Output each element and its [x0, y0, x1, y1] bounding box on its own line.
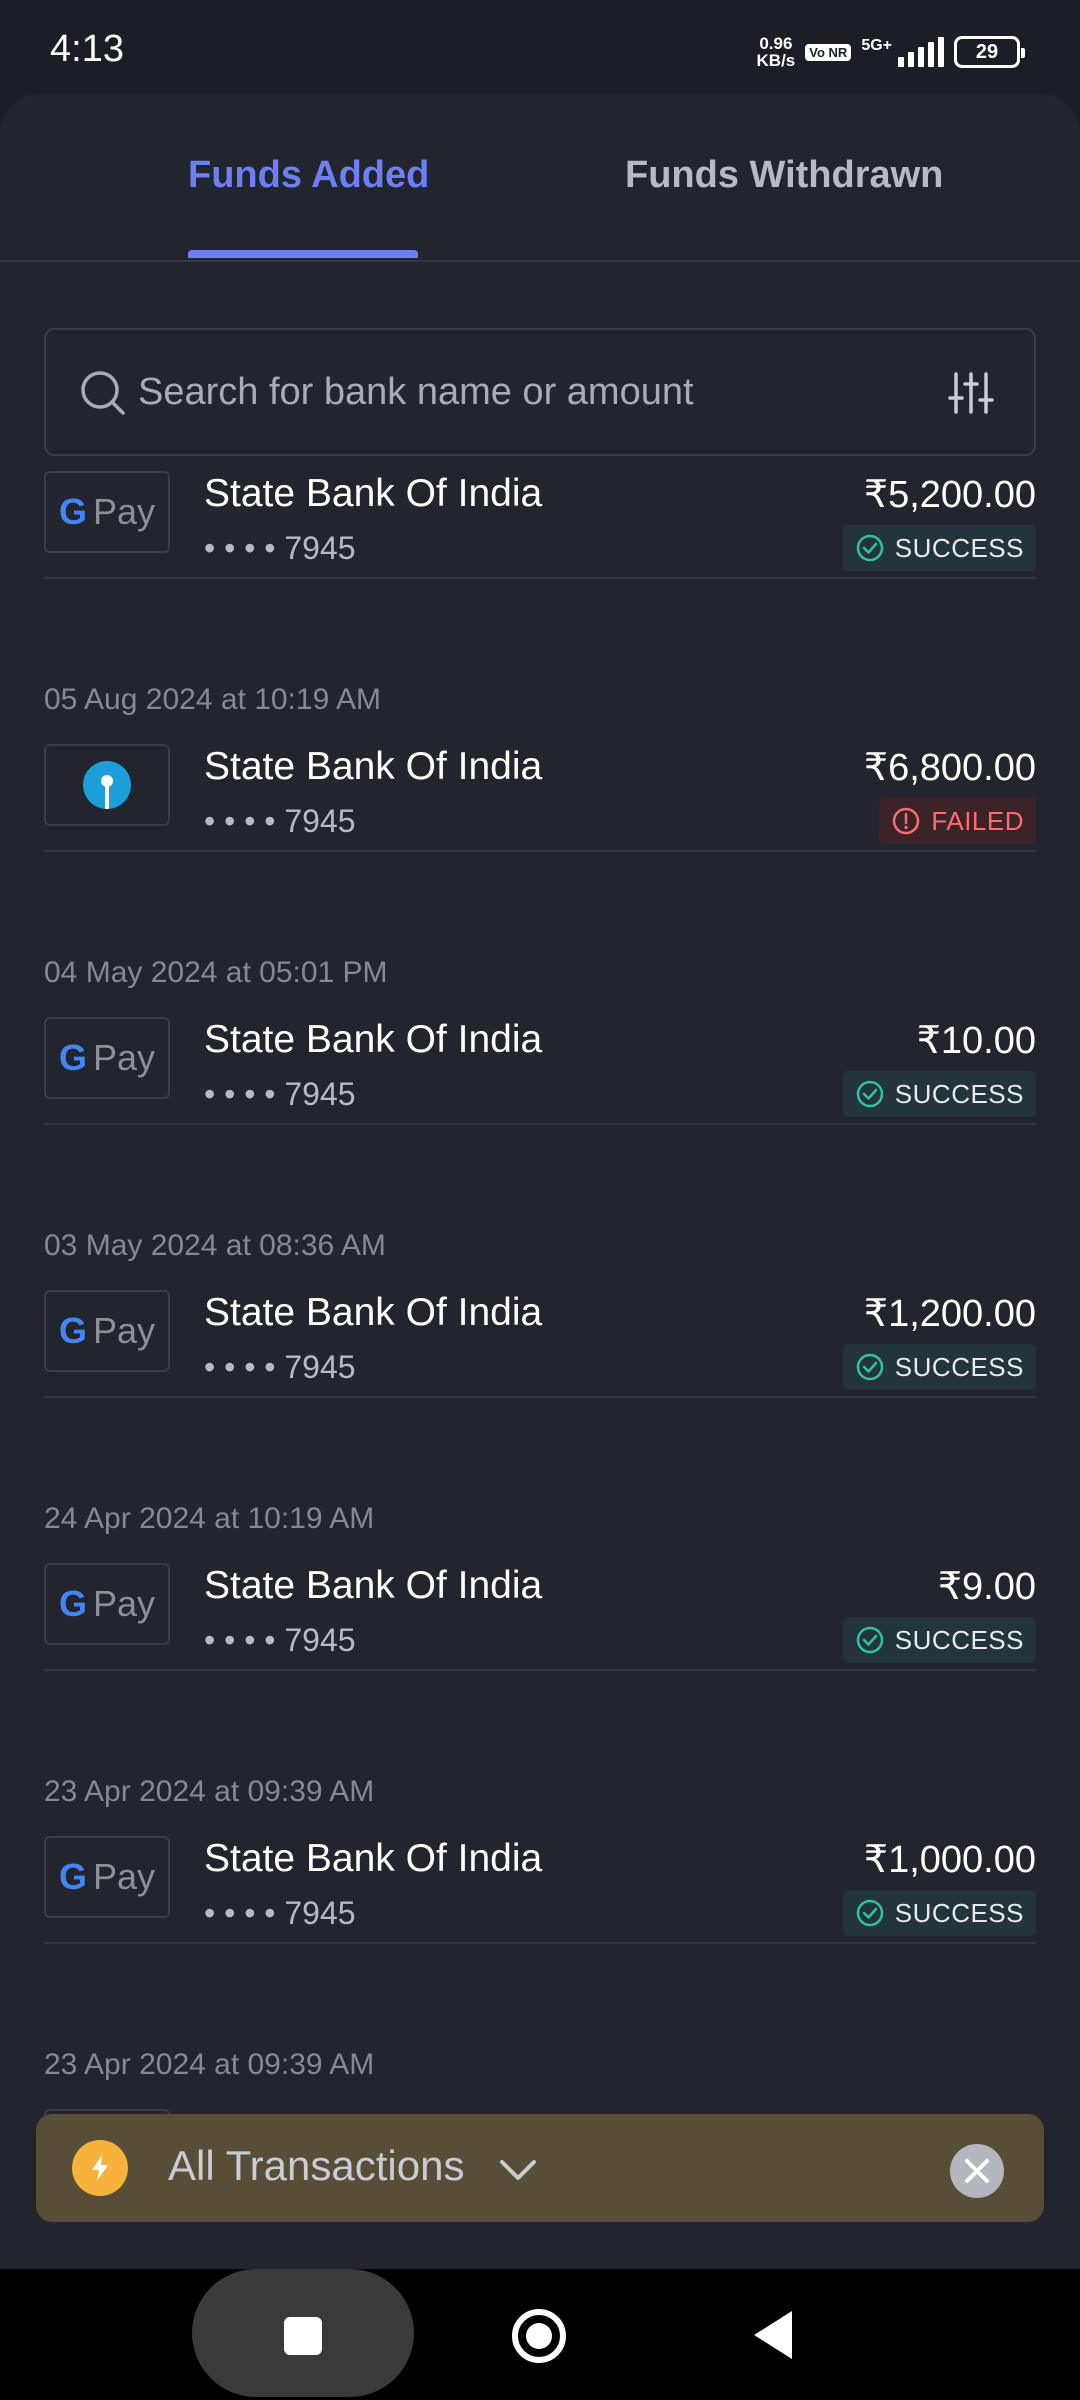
- status-text: FAILED: [931, 805, 1024, 836]
- tab-funds-withdrawn[interactable]: Funds Withdrawn: [625, 154, 943, 197]
- back-button[interactable]: [754, 2311, 792, 2359]
- google-g-icon: G: [58, 1856, 87, 1897]
- gpay-logo: GPay: [44, 1836, 170, 1918]
- transaction-date: 23 Apr 2024 at 09:39 AM: [44, 2048, 375, 2081]
- chevron-down-icon[interactable]: [496, 2148, 540, 2192]
- transaction-item[interactable]: 04 May 2024 at 05:01 PM G Pay State Bank Of…: [44, 850, 1036, 1125]
- transaction-item[interactable]: 23 Apr 2024 at 09:39 AM GPay State Bank Of…: [44, 1669, 1036, 1944]
- transaction-amount: ₹6,800.00: [863, 747, 1036, 789]
- gpay-logo: GPay: [44, 471, 170, 553]
- status-time: 4:13: [50, 28, 124, 70]
- status-badge: SUCCESS: [842, 1344, 1036, 1390]
- bank-name: State Bank Of India: [204, 1291, 543, 1334]
- alert-circle-icon: [893, 807, 920, 835]
- battery-icon: 29: [954, 36, 1025, 68]
- account-number: • • • • 7945: [204, 1076, 356, 1112]
- check-circle-icon: [856, 1899, 884, 1927]
- check-circle-icon: [856, 1080, 884, 1108]
- active-tab-indicator: [188, 250, 418, 258]
- transaction-amount: ₹1,200.00: [863, 1293, 1036, 1335]
- status-text: SUCCESS: [894, 1624, 1024, 1655]
- check-circle-icon: [856, 1353, 884, 1381]
- all-transactions-label[interactable]: All Transactions: [168, 2142, 464, 2190]
- google-g-icon: G: [58, 1310, 87, 1351]
- google-g-icon: G: [58, 491, 87, 532]
- home-button[interactable]: [512, 2309, 566, 2363]
- gpay-text: Pay: [92, 1583, 156, 1624]
- transaction-item[interactable]: 24 Apr 2024 at 10:19 AM G Pay State Bank Of…: [44, 1396, 1036, 1671]
- transaction-amount: ₹5,200.00: [863, 474, 1036, 516]
- recents-icon[interactable]: [284, 2317, 322, 2355]
- bank-name: State Bank Of India: [204, 472, 543, 515]
- google-g-icon: G: [58, 1583, 87, 1624]
- network-speed-unit: KB/s: [756, 51, 796, 70]
- gpay-text: Pay: [92, 1856, 156, 1897]
- status-text: SUCCESS: [894, 1351, 1024, 1382]
- lightning-icon: [72, 2140, 128, 2196]
- account-number: • • • • 7945: [204, 803, 356, 839]
- transaction-amount: ₹10.00: [916, 1020, 1036, 1062]
- transaction-amount: ₹1,000.00: [863, 1839, 1036, 1881]
- gpay-text: Pay: [92, 491, 156, 532]
- status-text: SUCCESS: [894, 1078, 1024, 1109]
- network-speed: 0.96 KB/s: [757, 35, 796, 69]
- transaction-date: 04 May 2024 at 05:01 PM: [44, 956, 388, 989]
- status-icons: 0.96 KB/s Vo NR 5G+ 29: [757, 32, 1025, 72]
- check-circle-icon: [856, 534, 884, 562]
- check-circle-icon: [856, 1626, 884, 1654]
- all-transactions-banner[interactable]: All Transactions: [36, 2114, 1044, 2222]
- account-number: • • • • 7945: [204, 530, 356, 566]
- bank-name: State Bank Of India: [204, 1837, 543, 1880]
- bank-name: State Bank Of India: [204, 1018, 543, 1061]
- status-text: SUCCESS: [894, 532, 1024, 563]
- bank-name: State Bank Of India: [204, 1564, 543, 1607]
- transaction-date: 03 May 2024 at 08:36 AM: [44, 1229, 386, 1262]
- transaction-date: 23 Apr 2024 at 09:39 AM: [44, 1775, 375, 1808]
- transaction-date: 05 Aug 2024 at 10:19 AM: [44, 683, 381, 716]
- account-number: • • • • 7945: [204, 1349, 356, 1385]
- network-speed-value: 0.96: [759, 34, 793, 53]
- transaction-item[interactable]: 05 Aug 2024 at 10:19 AM State Bank Of Ind…: [44, 577, 1036, 852]
- tab-bar: Funds Added Funds Withdrawn: [0, 94, 1080, 262]
- status-badge: SUCCESS: [842, 525, 1036, 571]
- account-number: • • • • 7945: [204, 1895, 356, 1931]
- gpay-logo: GPay: [44, 1017, 170, 1099]
- transaction-item[interactable]: 03 May 2024 at 08:36 AM G Pay State Bank Of…: [44, 1123, 1036, 1398]
- transactions-sheet: Funds Added Funds Withdrawn GPayState Ba…: [0, 94, 1080, 2269]
- transaction-date: 24 Apr 2024 at 10:19 AM: [44, 1502, 375, 1535]
- gpay-text: Pay: [92, 1310, 156, 1351]
- volte-icon: Vo NR: [805, 43, 852, 61]
- system-nav-bar: [0, 2269, 1080, 2400]
- tab-funds-added[interactable]: Funds Added: [188, 154, 429, 197]
- status-text: SUCCESS: [894, 1897, 1024, 1928]
- status-badge: SUCCESS: [842, 1071, 1036, 1117]
- gpay-logo: GPay: [44, 1563, 170, 1645]
- google-g-icon: G: [58, 1037, 87, 1078]
- status-badge: FAILED: [879, 798, 1036, 844]
- sbi-logo: [44, 744, 170, 826]
- gpay-logo: GPay: [44, 1290, 170, 1372]
- battery-level: 29: [975, 40, 999, 63]
- network-type: 5G+: [861, 37, 892, 54]
- transaction-amount: ₹9.00: [937, 1566, 1036, 1608]
- transaction-item[interactable]: G Pay State Bank Of India • • • • 7945 ₹5,20…: [44, 304, 1036, 579]
- close-button[interactable]: [950, 2144, 1004, 2198]
- signal-icon: 5G+: [861, 37, 944, 67]
- status-badge: SUCCESS: [842, 1617, 1036, 1663]
- bank-name: State Bank Of India: [204, 745, 543, 788]
- close-icon: [965, 2159, 989, 2183]
- status-badge: SUCCESS: [842, 1890, 1036, 1936]
- status-bar: 4:13 0.96 KB/s Vo NR 5G+ 29: [0, 0, 1080, 100]
- account-number: • • • • 7945: [204, 1622, 356, 1658]
- gpay-text: Pay: [92, 1037, 156, 1078]
- sbi-icon: [83, 761, 131, 809]
